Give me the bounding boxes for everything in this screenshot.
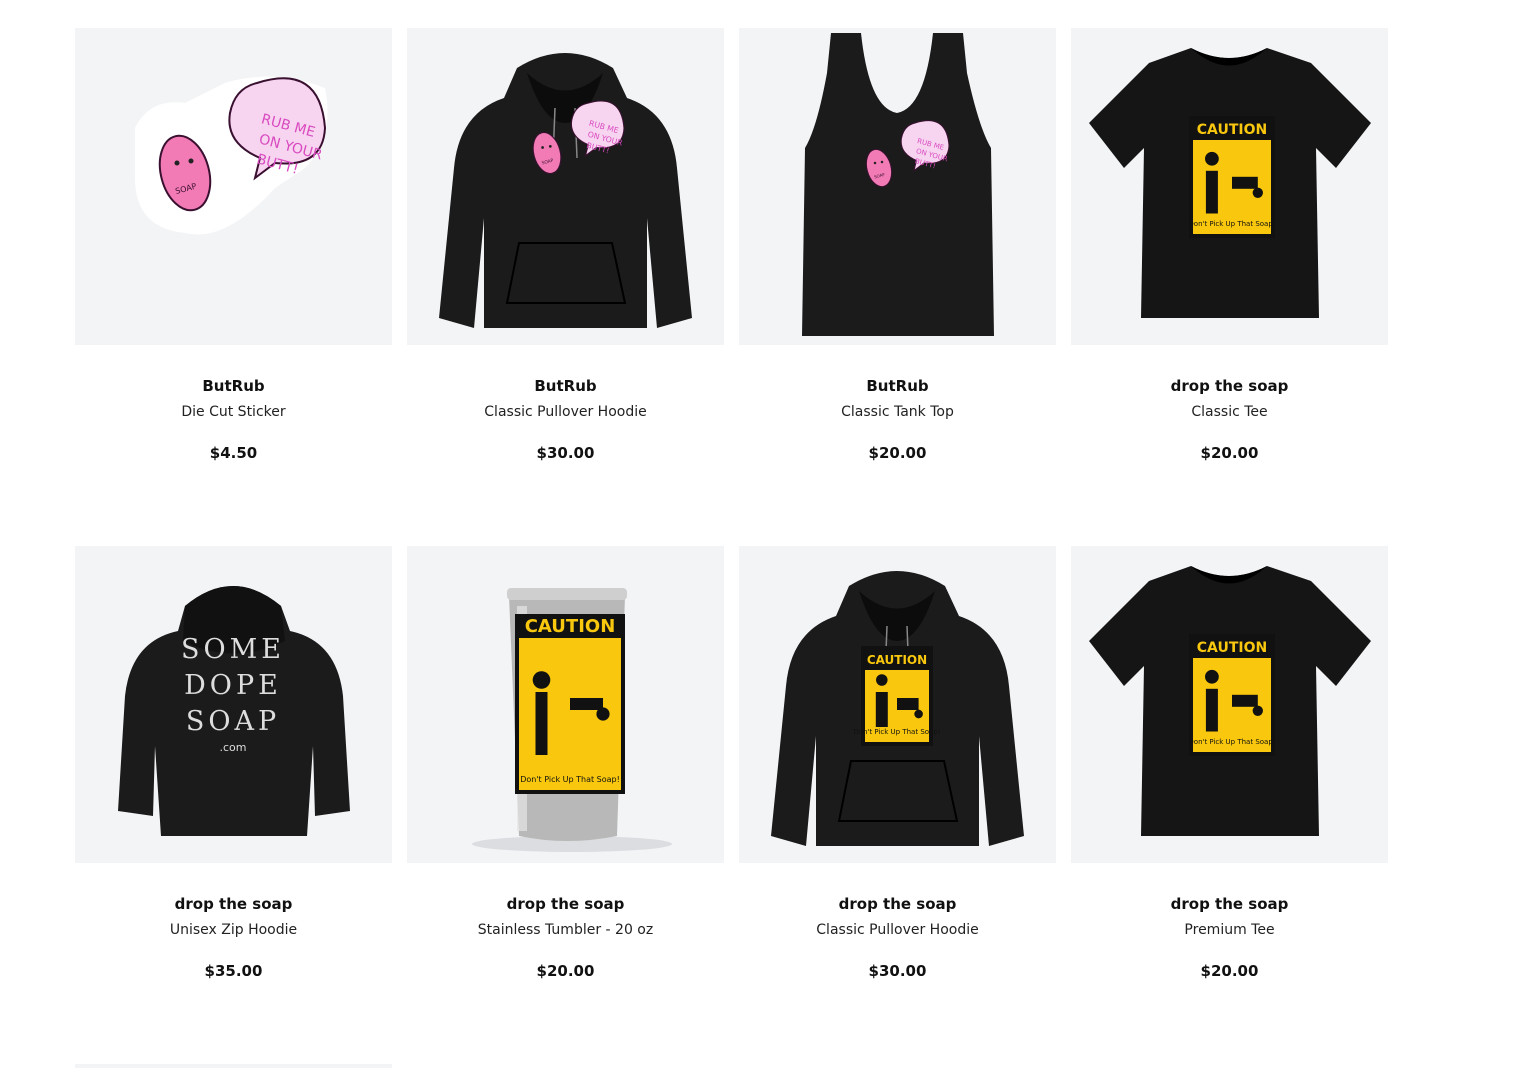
product-price: $20.00	[536, 962, 595, 980]
product-image[interactable]: CAUTION Don't Pick Up That Soap!	[1071, 546, 1388, 863]
product-price: $20.00	[868, 444, 927, 462]
product-info: ButRub Classic Tank Top $20.00	[739, 345, 1056, 463]
svg-text:Don't Pick Up That Soap!: Don't Pick Up That Soap!	[853, 728, 940, 736]
product-image[interactable]: CAUTION Don't Pick Up That Soap!	[1071, 28, 1388, 345]
product-title: ButRub	[866, 377, 929, 395]
garment-shape	[802, 33, 994, 336]
product-type: Classic Tee	[1191, 404, 1268, 420]
product-card[interactable]: SOAP RUB ME ON YOUR BUTT! ButRub Die Cut Stic…	[75, 28, 392, 546]
product-image[interactable]: SOAP RUB ME ON YOUR BUTT!	[407, 28, 724, 345]
svg-text:CAUTION: CAUTION	[525, 616, 616, 637]
product-info: drop the soap Premium Tee $20.00	[1071, 863, 1388, 981]
product-price: $20.00	[1200, 444, 1259, 462]
caution-sign-art: CAUTION Don't Pick Up That Soap!	[515, 614, 625, 794]
product-image[interactable]: SOAP RUB ME ON YOUR BUTT!	[739, 28, 1056, 345]
product-title: drop the soap	[838, 895, 957, 913]
product-info: ButRub Die Cut Sticker $4.50	[75, 345, 392, 463]
product-card[interactable]: SOAP RUB ME ON YOUR BUTT! ButRub Classic Tank…	[739, 28, 1056, 546]
product-price: $30.00	[868, 962, 927, 980]
caution-sign-art: CAUTION Don't Pick Up That Soap!	[1188, 634, 1276, 756]
product-type: Classic Pullover Hoodie	[484, 404, 647, 420]
product-card[interactable]: CAUTION Don't Pick Up That Soap! drop the …	[739, 546, 1056, 1064]
product-title: drop the soap	[174, 895, 293, 913]
product-info: drop the soap Classic Tee $20.00	[1071, 345, 1388, 463]
product-price: $30.00	[536, 444, 595, 462]
garment-shape	[439, 53, 692, 328]
svg-text:CAUTION: CAUTION	[1197, 122, 1267, 138]
svg-text:Don't Pick Up That Soap!: Don't Pick Up That Soap!	[520, 775, 620, 784]
product-title: ButRub	[202, 377, 265, 395]
caution-sign-art: CAUTION Don't Pick Up That Soap!	[853, 646, 941, 746]
product-card[interactable]: CAUTION Don't Pick Up That Soap! drop the …	[407, 546, 724, 1064]
product-image[interactable]: CAUTION Don't Pick Up That Soap!	[739, 546, 1056, 863]
product-card[interactable]: SOAP RUB ME ON YOUR BUTT! ButRub Classic Pull…	[407, 28, 724, 546]
product-info: drop the soap Classic Pullover Hoodie $30.…	[739, 863, 1056, 981]
text-art: SOME DOPE SOAP .com	[181, 634, 285, 754]
svg-text:Don't Pick Up That Soap!: Don't Pick Up That Soap!	[1188, 220, 1275, 228]
product-title: drop the soap	[506, 895, 625, 913]
svg-text:CAUTION: CAUTION	[867, 653, 927, 667]
product-info: drop the soap Unisex Zip Hoodie $35.00	[75, 863, 392, 981]
svg-text:SOME: SOME	[181, 634, 285, 665]
product-grid: SOAP RUB ME ON YOUR BUTT! ButRub Die Cut Stic…	[75, 28, 1388, 1064]
product-title: drop the soap	[1170, 377, 1289, 395]
product-image[interactable]: SOME DOPE SOAP .com	[75, 546, 392, 863]
svg-text:DOPE: DOPE	[184, 670, 282, 701]
product-type: Die Cut Sticker	[181, 404, 286, 420]
svg-text:Don't Pick Up That Soap!: Don't Pick Up That Soap!	[1188, 738, 1275, 746]
next-row-product-thumbnail[interactable]	[75, 1064, 392, 1068]
product-card[interactable]: CAUTION Don't Pick Up That Soap! drop the …	[1071, 546, 1388, 1064]
svg-text:CAUTION: CAUTION	[1197, 640, 1267, 656]
product-type: Classic Pullover Hoodie	[816, 922, 979, 938]
product-card[interactable]: CAUTION Don't Pick Up That Soap! drop the …	[1071, 28, 1388, 546]
product-price: $35.00	[204, 962, 263, 980]
product-type: Stainless Tumbler - 20 oz	[477, 922, 654, 938]
product-type: Classic Tank Top	[841, 404, 954, 420]
svg-text:.com: .com	[220, 741, 247, 754]
product-title: ButRub	[534, 377, 597, 395]
product-image[interactable]: SOAP RUB ME ON YOUR BUTT!	[75, 28, 392, 345]
product-title: drop the soap	[1170, 895, 1289, 913]
product-type: Unisex Zip Hoodie	[169, 922, 298, 938]
product-image[interactable]: CAUTION Don't Pick Up That Soap!	[407, 546, 724, 863]
product-price: $4.50	[209, 444, 258, 462]
caution-sign-art: CAUTION Don't Pick Up That Soap!	[1188, 116, 1276, 238]
product-info: drop the soap Stainless Tumbler - 20 oz $2…	[407, 863, 724, 981]
product-card[interactable]: SOME DOPE SOAP .com drop the soap Unisex Zip …	[75, 546, 392, 1064]
product-info: ButRub Classic Pullover Hoodie $30.00	[407, 345, 724, 463]
svg-text:SOAP: SOAP	[186, 706, 280, 737]
product-type: Premium Tee	[1184, 922, 1275, 938]
product-price: $20.00	[1200, 962, 1259, 980]
